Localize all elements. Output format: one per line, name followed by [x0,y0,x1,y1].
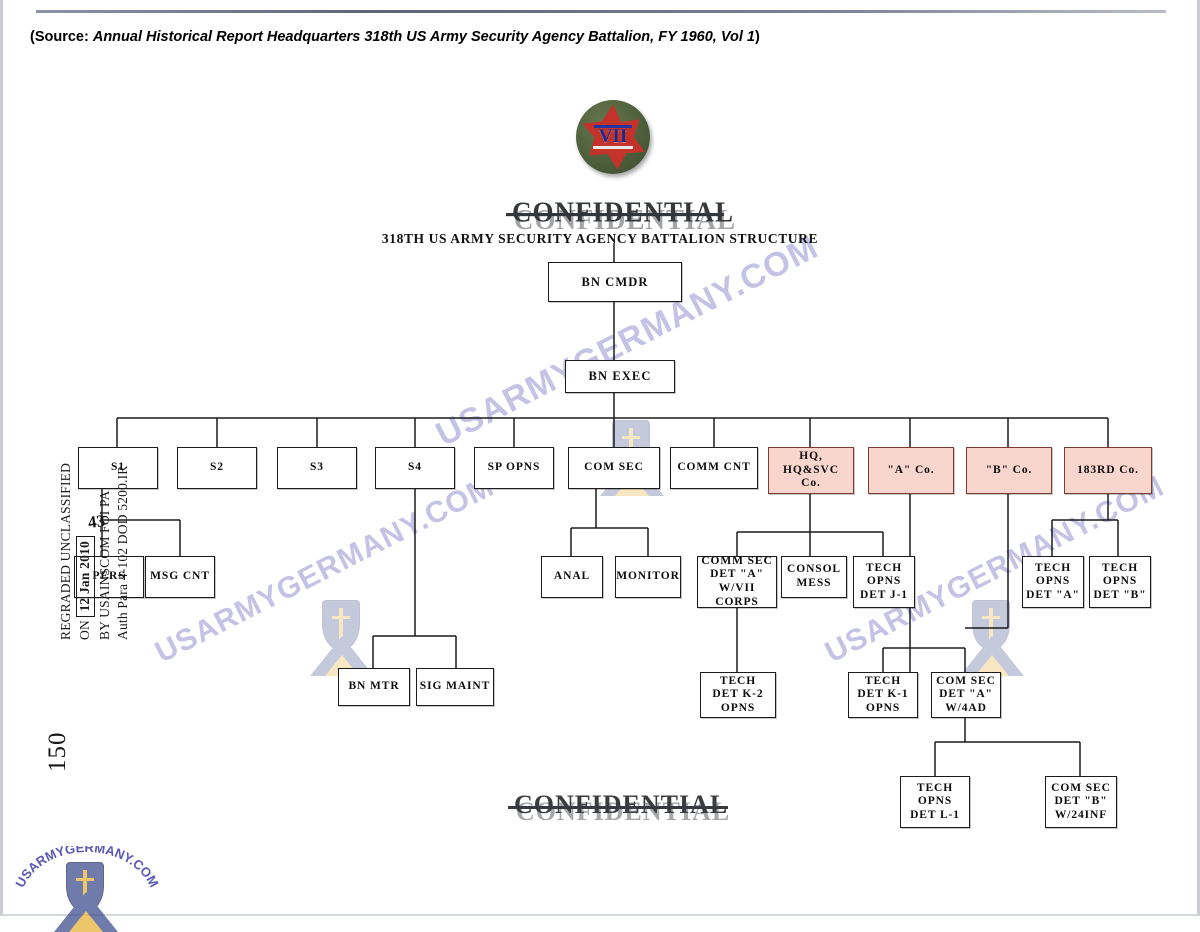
declassification-stamp: REGRADED UNCLASSIFIED ON 12 Jan 2010 BY … [58,410,133,640]
node-bn-mtr[interactable]: BN MTR [338,668,410,706]
node-label: "B" Co. [985,463,1033,476]
node-label: TECH OPNS DET J-1 [860,561,908,601]
node-comm-cnt[interactable]: COMM CNT [670,447,758,489]
declass-line-regulation: Auth Para 4-102 DOD 5200.IR [115,465,130,640]
node-a-co[interactable]: "A" Co. [868,447,954,494]
node-label: S3 [310,461,324,474]
node-consol-mess[interactable]: CONSOL MESS [781,556,847,598]
node-label: MSG CNT [150,570,210,583]
node-monitor[interactable]: MONITOR [615,556,681,598]
node-sp-opns[interactable]: SP OPNS [474,447,554,489]
site-logo-watermark: USARMYGERMANY.COM [12,846,162,932]
node-tech-det-k1[interactable]: TECH DET K-1 OPNS [848,672,918,718]
node-label: TECH OPNS DET "A" [1026,561,1080,601]
node-label: TECH DET K-2 OPNS [712,674,764,714]
node-comm-sec-det-a[interactable]: COMM SEC DET "A" W/VII CORPS [697,554,777,608]
node-label: ANAL [553,570,591,583]
node-label: HQ, HQ&SVC Co. [783,450,839,490]
node-s3[interactable]: S3 [277,447,357,489]
node-sig-maint[interactable]: SIG MAINT [416,668,494,706]
node-label: CONSOL MESS [787,563,841,589]
page-number: 150 [44,731,71,773]
node-label: MONITOR [616,570,680,583]
declass-line-authority: BY USAINSCOM FOI PA [97,490,112,640]
node-label: BN EXEC [588,369,652,384]
triangle-inner-icon [69,911,103,932]
node-label: 183RD Co. [1077,463,1139,476]
node-b-co[interactable]: "B" Co. [966,447,1052,494]
declass-date-label: ON [77,620,92,640]
node-bn-cmdr[interactable]: BN CMDR [548,262,682,302]
node-label: BN MTR [348,680,400,693]
declass-line-date: ON 12 Jan 2010 [76,410,95,640]
node-tech-opns-det-b[interactable]: TECH OPNS DET "B" [1089,556,1151,608]
node-anal[interactable]: ANAL [541,556,603,598]
node-label: COM SEC DET "B" W/24INF [1051,781,1111,821]
node-hq-hq-svc-co[interactable]: HQ, HQ&SVC Co. [768,447,854,494]
declass-line-regraded: REGRADED UNCLASSIFIED [58,462,73,640]
node-label: COMM CNT [677,461,751,474]
classification-stamp-bottom: CONFIDENTIAL CONFIDENTIAL [508,790,729,826]
declass-date-value: 12 Jan 2010 [76,536,95,617]
node-com-sec[interactable]: COM SEC [568,447,660,489]
node-label: TECH OPNS DET L-1 [910,781,960,821]
node-bn-exec[interactable]: BN EXEC [565,360,675,393]
strikethrough-line [508,805,728,809]
node-tech-opns-det-j1[interactable]: TECH OPNS DET J-1 [853,556,915,608]
node-label: TECH OPNS DET "B" [1093,561,1147,601]
classification-stamp-bottom-ghost: CONFIDENTIAL [516,797,731,826]
node-label: TECH DET K-1 OPNS [857,674,909,714]
node-label: COM SEC [584,461,644,474]
node-label: BN CMDR [581,274,649,289]
node-s4[interactable]: S4 [375,447,455,489]
node-com-sec-det-a-4ad[interactable]: COM SEC DET "A" W/4AD [931,672,1001,718]
node-tech-det-k2[interactable]: TECH DET K-2 OPNS [700,672,776,718]
org-chart: BN CMDR BN EXEC S1 S2 S3 S4 SP OPNS COM … [0,0,1200,916]
node-label: COM SEC DET "A" W/4AD [936,674,996,714]
node-label: S4 [408,461,422,474]
node-com-sec-det-b-24inf[interactable]: COM SEC DET "B" W/24INF [1045,776,1117,828]
node-label: SIG MAINT [419,680,491,693]
node-tech-opns-det-a[interactable]: TECH OPNS DET "A" [1022,556,1084,608]
node-label: SP OPNS [487,461,541,474]
node-tech-opns-det-l1[interactable]: TECH OPNS DET L-1 [900,776,970,828]
node-label: "A" Co. [887,463,935,476]
node-label: COMM SEC DET "A" W/VII CORPS [701,554,773,608]
node-label: S2 [210,461,224,474]
sword-crossguard-icon [76,878,94,881]
node-s2[interactable]: S2 [177,447,257,489]
node-183rd-co[interactable]: 183RD Co. [1064,447,1152,494]
node-msg-cnt[interactable]: MSG CNT [145,556,215,598]
